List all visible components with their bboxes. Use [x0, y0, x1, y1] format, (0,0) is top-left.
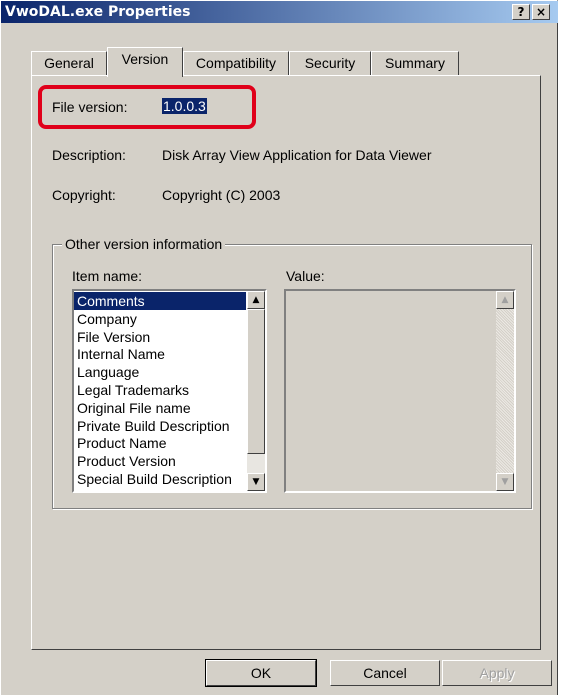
tab-security[interactable]: Security — [289, 51, 371, 75]
groupbox-title: Other version information — [62, 236, 226, 252]
value-scrollbar: ▲ ▼ — [496, 291, 514, 491]
properties-dialog: VwoDAL.exe Properties ? × General Versio… — [0, 0, 558, 695]
title-bar[interactable]: VwoDAL.exe Properties ? × — [1, 1, 558, 23]
tab-version[interactable]: Version — [107, 47, 183, 77]
value-scroll-down-icon: ▼ — [496, 473, 514, 491]
list-item-company[interactable]: Company — [74, 310, 246, 328]
value-label: Value: — [286, 268, 325, 284]
item-name-label: Item name: — [72, 268, 143, 284]
list-item-comments[interactable]: Comments — [74, 292, 246, 310]
tab-summary[interactable]: Summary — [371, 51, 459, 75]
cancel-button[interactable]: Cancel — [330, 660, 440, 686]
scroll-down-icon[interactable]: ▼ — [247, 473, 265, 491]
ok-button[interactable]: OK — [205, 659, 317, 687]
tab-general[interactable]: General — [31, 51, 107, 75]
copyright-value: Copyright (C) 2003 — [162, 187, 281, 203]
list-item-private-build-description[interactable]: Private Build Description — [74, 417, 246, 435]
item-list: Comments Company File Version Internal N… — [74, 292, 246, 488]
list-scrollbar[interactable]: ▲ ▼ — [247, 291, 265, 491]
item-name-listbox[interactable]: Comments Company File Version Internal N… — [72, 289, 267, 493]
scroll-up-icon[interactable]: ▲ — [247, 291, 265, 309]
value-scroll-up-icon: ▲ — [496, 291, 514, 309]
window-title: VwoDAL.exe Properties — [5, 4, 191, 20]
close-button[interactable]: × — [532, 4, 550, 20]
list-item-original-file-name[interactable]: Original File name — [74, 399, 246, 417]
copyright-label: Copyright: — [52, 187, 116, 203]
list-item-special-build-description[interactable]: Special Build Description — [74, 470, 246, 488]
list-item-legal-trademarks[interactable]: Legal Trademarks — [74, 381, 246, 399]
value-textbox[interactable]: ▲ ▼ — [284, 289, 516, 493]
list-item-language[interactable]: Language — [74, 363, 246, 381]
apply-button[interactable]: Apply — [442, 660, 552, 686]
list-item-product-name[interactable]: Product Name — [74, 434, 246, 452]
help-button[interactable]: ? — [512, 4, 530, 20]
tab-compatibility[interactable]: Compatibility — [183, 51, 289, 75]
description-label: Description: — [52, 147, 126, 163]
list-item-product-version[interactable]: Product Version — [74, 452, 246, 470]
list-item-file-version[interactable]: File Version — [74, 328, 246, 346]
highlight-annotation — [38, 85, 256, 129]
list-item-internal-name[interactable]: Internal Name — [74, 345, 246, 363]
description-value: Disk Array View Application for Data Vie… — [162, 147, 432, 163]
scroll-thumb[interactable] — [247, 309, 265, 454]
